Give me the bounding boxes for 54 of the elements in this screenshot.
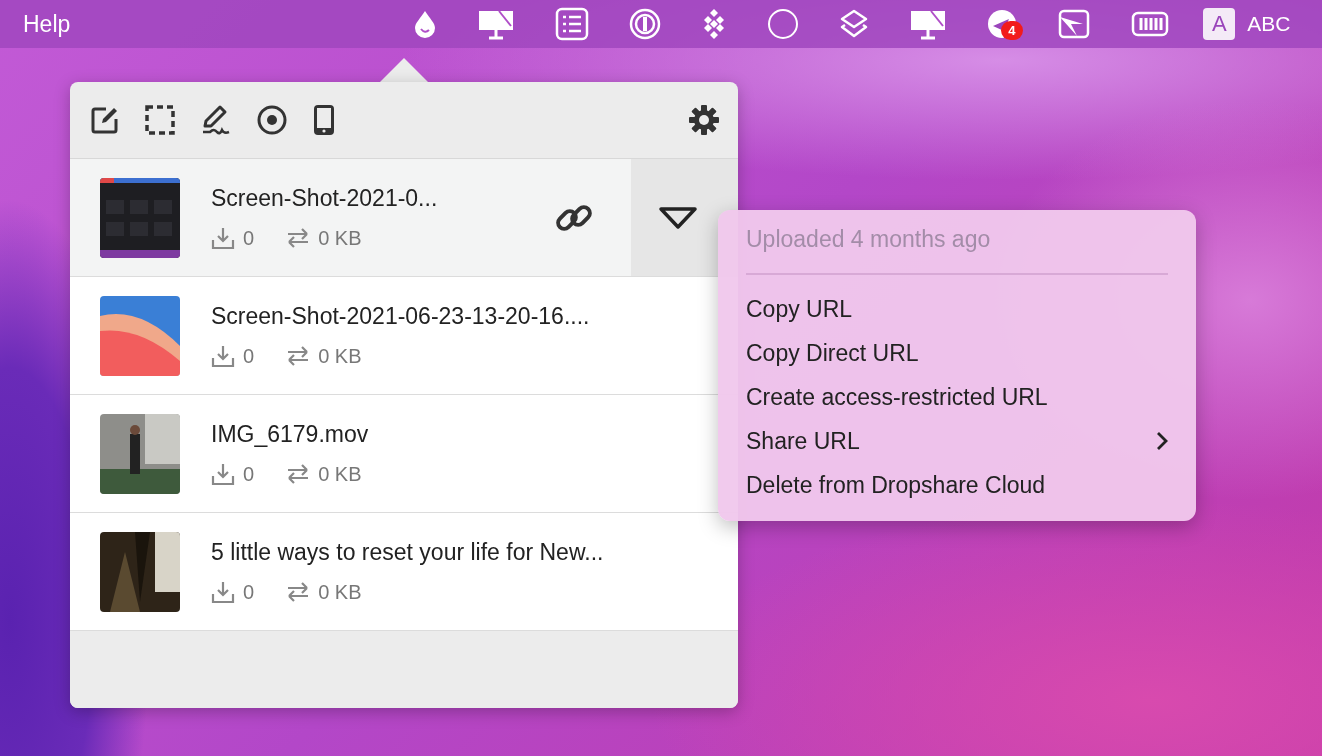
download-icon (211, 580, 235, 604)
signature-icon[interactable] (200, 104, 232, 136)
menu-item-label: Share URL (746, 427, 860, 455)
input-source-icon[interactable]: A (1203, 8, 1236, 40)
presentation-icon[interactable] (909, 8, 948, 40)
file-size: 0 KB (318, 226, 362, 250)
triangle-icon (657, 205, 698, 230)
transfer-icon (286, 464, 311, 484)
menu-item[interactable]: Create access-restricted URL (746, 375, 1168, 419)
menu-item[interactable]: Delete from Dropshare Cloud (746, 463, 1168, 507)
download-count: 0 (243, 462, 255, 486)
download-count: 0 (243, 580, 255, 604)
transfer-icon (286, 346, 311, 366)
transfer-icon (286, 582, 311, 602)
record-icon[interactable] (256, 104, 288, 136)
menu-item-label: Create access-restricted URL (746, 383, 1048, 411)
menu-item[interactable]: Copy URL (746, 287, 1168, 331)
pointer-box-icon[interactable] (1057, 8, 1092, 40)
download-count: 0 (243, 344, 255, 368)
phone-icon[interactable] (312, 104, 336, 136)
menu-title[interactable]: Help (23, 10, 71, 38)
layers-icon[interactable] (839, 8, 870, 40)
transfer-icon (286, 228, 311, 248)
file-name: 5 little ways to reset your life for New... (211, 539, 604, 566)
file-size: 0 KB (318, 462, 362, 486)
list-icon[interactable] (555, 7, 590, 41)
menu-item-label: Copy URL (746, 295, 853, 323)
file-name: Screen-Shot-2021-06-23-13-20-16.... (211, 303, 590, 330)
circle-icon[interactable] (767, 8, 800, 40)
drop-icon[interactable] (413, 10, 438, 38)
file-name: Screen-Shot-2021-0... (211, 185, 438, 212)
download-icon (211, 226, 235, 250)
dropdown-button[interactable] (631, 159, 738, 276)
menu-item-label: Copy Direct URL (746, 339, 919, 367)
menu-header: Uploaded 4 months ago (746, 226, 992, 254)
download-icon (211, 462, 235, 486)
menu-item[interactable]: Share URL (746, 419, 1168, 463)
chevron-icon (1156, 431, 1168, 451)
menu-item[interactable]: Copy Direct URL (746, 331, 1168, 375)
file-size: 0 KB (318, 580, 362, 604)
file-name: IMG_6179.mov (211, 421, 369, 448)
file-size: 0 KB (318, 344, 362, 368)
lock-circle-icon[interactable] (629, 8, 662, 40)
battery-icon[interactable] (1131, 9, 1170, 39)
selection-icon[interactable] (144, 104, 176, 136)
file-row[interactable]: Screen-Shot-2021-0... 0 0 KB (70, 159, 738, 277)
presentation-icon[interactable] (477, 8, 516, 40)
edit-icon[interactable] (90, 105, 120, 135)
menu-item-label: Delete from Dropshare Cloud (746, 471, 1046, 499)
notification-badge: 4 (1001, 21, 1023, 40)
input-source-label[interactable]: ABC (1247, 12, 1291, 36)
download-icon (211, 344, 235, 368)
download-count: 0 (243, 226, 255, 250)
settings-icon[interactable] (688, 104, 720, 136)
